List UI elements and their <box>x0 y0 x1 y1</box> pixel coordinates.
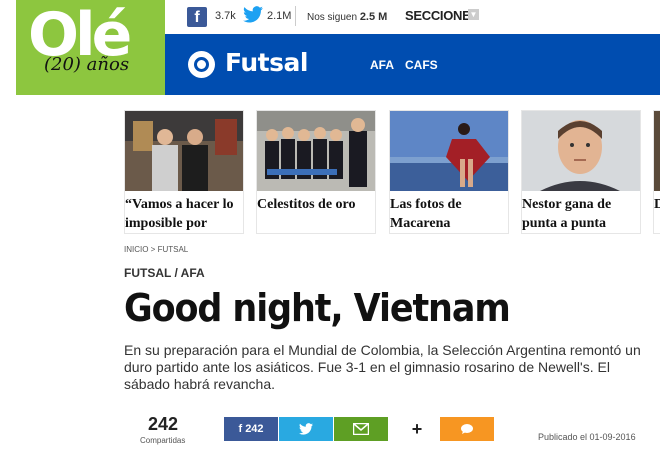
card-title[interactable]: “Vamos a hacer lo imposible por <box>125 195 243 233</box>
card-image <box>257 111 375 191</box>
nav-link-cafs[interactable]: CAFS <box>405 58 438 72</box>
card-image <box>390 111 508 191</box>
section-title[interactable]: Futsal <box>225 48 308 77</box>
related-news-strip: “Vamos a hacer lo imposible por Celestit… <box>124 110 660 234</box>
nav-link-afa[interactable]: AFA <box>370 58 394 72</box>
news-card[interactable]: “Vamos a hacer lo imposible por <box>124 110 244 234</box>
share-count: 242 <box>148 414 179 434</box>
follow-label: Nos siguen <box>307 12 358 23</box>
twitter-share-button[interactable] <box>279 417 333 441</box>
facebook-icon[interactable]: f <box>187 7 207 27</box>
article-kicker[interactable]: FUTSAL / AFA <box>124 266 205 280</box>
article-summary: En su preparación para el Mundial de Col… <box>124 342 641 392</box>
section-header-bar: Futsal AFA CAFS <box>165 34 660 95</box>
breadcrumb[interactable]: INICIO > FUTSAL <box>124 245 188 254</box>
facebook-follower-count: 3.7k <box>215 10 236 22</box>
card-image <box>125 111 243 191</box>
facebook-icon: f <box>238 423 243 435</box>
team-kids-photo[interactable] <box>257 111 375 191</box>
twitter-follower-count: 2.1M <box>267 10 292 22</box>
chevron-down-icon[interactable]: ▼ <box>468 9 479 20</box>
man-portrait-photo[interactable] <box>522 111 640 191</box>
logo-anniversary: (20) años <box>44 54 130 75</box>
card-title[interactable]: Celestitos de oro <box>257 195 356 214</box>
facebook-share-count: 242 <box>245 423 264 435</box>
facebook-share-button[interactable]: f 242 <box>224 417 278 441</box>
card-title[interactable]: Nestor gana de punta a punta <box>522 195 640 233</box>
news-card[interactable]: Nestor gana de punta a punta <box>521 110 641 234</box>
divider <box>295 6 296 26</box>
whatsapp-share-button[interactable] <box>440 417 494 441</box>
followers-total: Nos siguen 2.5 M <box>307 11 387 23</box>
twitter-bird-icon <box>243 6 263 23</box>
twitter-icon <box>299 423 313 435</box>
ole-logo[interactable]: Olé (20) años <box>16 0 165 95</box>
news-card[interactable]: Las fotos de Macarena <box>389 110 509 234</box>
email-share-button[interactable] <box>334 417 388 441</box>
share-count-label: Compartidas <box>140 436 186 445</box>
woman-lake-photo[interactable] <box>390 111 508 191</box>
news-card-partial[interactable]: D <box>653 110 660 234</box>
news-card[interactable]: Celestitos de oro <box>256 110 376 234</box>
partial-card-image <box>654 111 660 191</box>
chat-bubble-icon <box>461 424 473 435</box>
more-share-button[interactable]: + <box>405 417 429 441</box>
card-title[interactable]: D <box>654 195 660 214</box>
two-players-photo[interactable] <box>125 111 243 191</box>
futsal-ball-icon <box>188 51 215 78</box>
card-title[interactable]: Las fotos de Macarena <box>390 195 508 233</box>
article-headline: Good night, Vietnam <box>124 286 511 330</box>
top-social-bar: f 3.7k 2.1M Nos siguen 2.5 M SECCIONES ▼ <box>165 0 660 34</box>
published-date: Publicado el 01-09-2016 <box>538 432 636 442</box>
follow-count: 2.5 M <box>359 11 388 23</box>
twitter-icon[interactable] <box>243 6 263 28</box>
card-image <box>522 111 640 191</box>
envelope-icon <box>352 422 370 436</box>
